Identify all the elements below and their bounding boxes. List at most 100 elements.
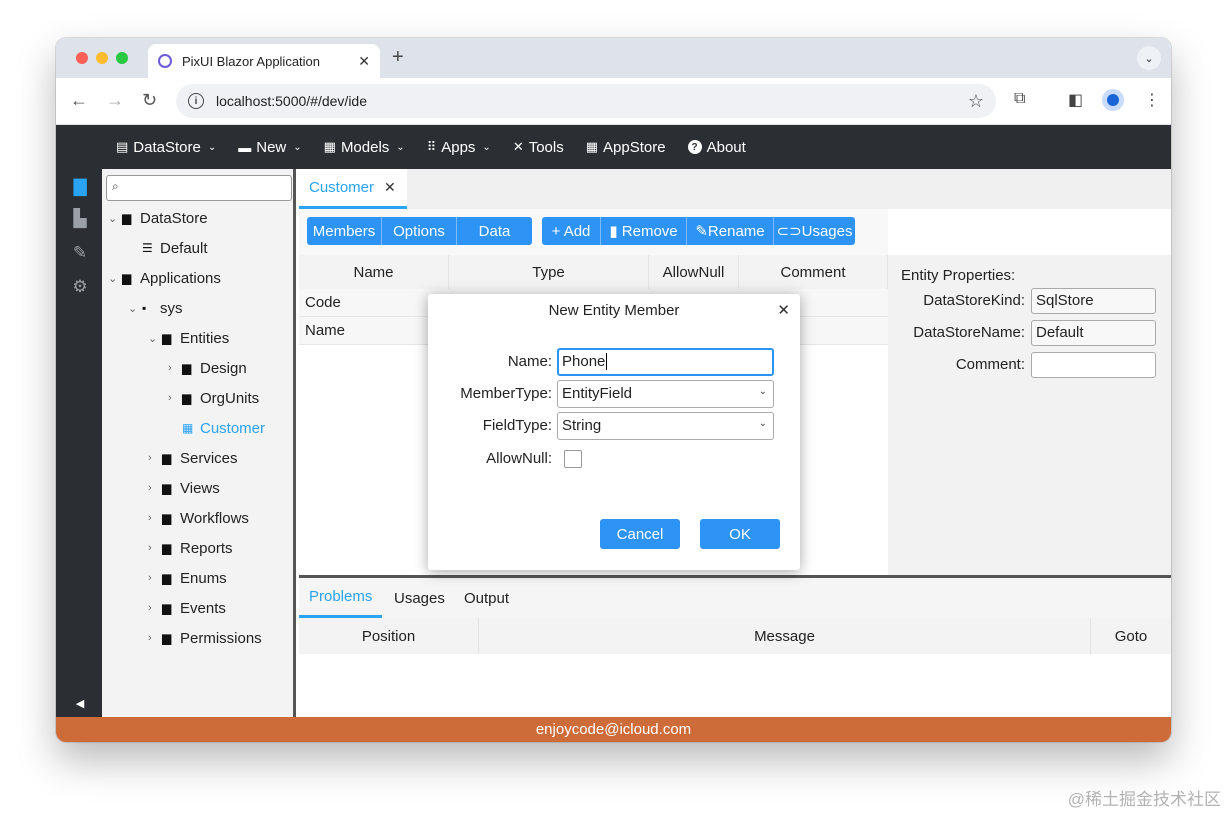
forward-icon[interactable]: →: [106, 90, 124, 111]
browser-menu-icon[interactable]: ⋮: [1144, 90, 1160, 110]
chevron-right-icon[interactable]: ›: [148, 572, 162, 584]
nav-models[interactable]: ▦ Models ⌄: [324, 139, 405, 156]
chevron-down-icon[interactable]: ⌄: [148, 332, 162, 345]
wrench-icon[interactable]: ✎: [69, 243, 91, 263]
column-header-goto[interactable]: Goto: [1091, 618, 1171, 654]
nav-apps[interactable]: ⠿ Apps ⌄: [427, 139, 491, 156]
tree-item-orgunits[interactable]: › ▆ OrgUnits: [168, 387, 259, 409]
tree-item-enums[interactable]: › ▆ Enums: [148, 567, 227, 589]
chevron-right-icon[interactable]: ›: [148, 542, 162, 554]
tree-item-label: OrgUnits: [200, 389, 260, 407]
tree-item-views[interactable]: › ▆ Views: [148, 477, 220, 499]
nav-datastore[interactable]: ▤ DataStore ⌄: [116, 139, 216, 156]
url-text[interactable]: localhost:5000/#/dev/ide: [216, 93, 968, 109]
chevron-down-icon: ⌄: [758, 418, 767, 429]
chevron-right-icon[interactable]: ›: [148, 602, 162, 614]
tree-search-input[interactable]: ⌕: [106, 175, 292, 201]
property-datastorekind: DataStoreKind: SqlStore: [888, 288, 1171, 314]
profile-avatar[interactable]: [1102, 89, 1124, 111]
maximize-window-button[interactable]: [116, 52, 128, 64]
data-button[interactable]: Data: [457, 217, 532, 245]
tree-item-applications[interactable]: ⌄ ▆ Applications: [108, 267, 221, 289]
reload-icon[interactable]: ↻: [142, 90, 157, 111]
minimize-window-button[interactable]: [96, 52, 108, 64]
tree-item-reports[interactable]: › ▆ Reports: [148, 537, 233, 559]
back-icon[interactable]: ←: [70, 90, 88, 111]
name-input[interactable]: Phone: [557, 348, 774, 376]
close-tab-icon[interactable]: ✕: [358, 53, 370, 70]
tree-item-workflows[interactable]: › ▆ Workflows: [148, 507, 249, 529]
chevron-right-icon[interactable]: ›: [148, 482, 162, 494]
side-panel-icon[interactable]: ◧: [1068, 90, 1083, 110]
site-info-icon[interactable]: i: [188, 93, 204, 109]
model-tree-panel: ⌕ ⌄ ▆ DataStore ☰ Default ⌄ ▆ Applicatio…: [102, 169, 296, 717]
database-list-icon: ☰: [142, 241, 153, 255]
nav-about[interactable]: ? About: [687, 139, 746, 156]
nav-new[interactable]: ▬ New ⌄: [238, 139, 301, 156]
tree-item-entities[interactable]: ⌄ ▆ Entities: [148, 327, 229, 349]
nav-datastore-label: DataStore: [133, 138, 201, 156]
chevron-right-icon[interactable]: ›: [148, 512, 162, 524]
app-favicon-icon: [158, 54, 172, 68]
chevron-right-icon[interactable]: ›: [168, 392, 182, 404]
tab-search-icon[interactable]: ⌄: [1137, 46, 1161, 70]
members-button[interactable]: Members: [307, 217, 382, 245]
options-button[interactable]: Options: [382, 217, 457, 245]
cancel-button[interactable]: Cancel: [600, 519, 680, 549]
datastorename-field[interactable]: Default: [1031, 320, 1156, 346]
rename-button[interactable]: ✎Rename: [687, 217, 774, 245]
tree-item-design[interactable]: › ▆ Design: [168, 357, 247, 379]
allownull-checkbox[interactable]: [564, 450, 582, 468]
question-circle-icon: ?: [687, 140, 702, 154]
address-bar[interactable]: i localhost:5000/#/dev/ide ☆: [176, 84, 996, 118]
ok-button[interactable]: OK: [700, 519, 780, 549]
membertype-select[interactable]: EntityField ⌄: [557, 380, 774, 408]
tree-item-customer[interactable]: ▦ Customer: [168, 417, 265, 439]
collapse-left-icon[interactable]: ◀: [69, 693, 91, 713]
nav-appstore[interactable]: ▦ AppStore: [586, 139, 666, 156]
tab-customer[interactable]: Customer ✕: [299, 169, 407, 209]
column-header-type[interactable]: Type: [449, 255, 649, 289]
tree-item-permissions[interactable]: › ▆ Permissions: [148, 627, 262, 649]
tree-item-datastore[interactable]: ⌄ ▆ DataStore: [108, 207, 208, 229]
extensions-icon[interactable]: ⧉: [1014, 90, 1025, 108]
usages-button[interactable]: ⊂⊃Usages: [774, 217, 855, 245]
tree-item-sys[interactable]: ⌄ ▪ sys: [128, 297, 183, 319]
explorer-folder-icon[interactable]: ▇: [69, 177, 91, 197]
tools-icon: ✕: [512, 139, 524, 154]
tree-item-default[interactable]: ☰ Default: [128, 237, 208, 259]
bookmark-star-icon[interactable]: ☆: [968, 91, 984, 112]
column-header-allownull[interactable]: AllowNull: [649, 255, 739, 289]
browser-tab[interactable]: PixUI Blazor Application ✕: [148, 44, 380, 78]
column-header-name[interactable]: Name: [299, 255, 449, 289]
chevron-right-icon[interactable]: ›: [168, 362, 182, 374]
nav-tools[interactable]: ✕ Tools: [513, 139, 564, 156]
fieldtype-select[interactable]: String ⌄: [557, 412, 774, 440]
datastorekind-field[interactable]: SqlStore: [1031, 288, 1156, 314]
column-header-message[interactable]: Message: [479, 618, 1091, 654]
chevron-right-icon[interactable]: ›: [148, 632, 162, 644]
chevron-down-icon[interactable]: ⌄: [128, 302, 142, 315]
close-window-button[interactable]: [76, 52, 88, 64]
chevron-right-icon[interactable]: ›: [148, 452, 162, 464]
chevron-down-icon[interactable]: ⌄: [108, 272, 122, 285]
model-tree-icon[interactable]: ▙: [69, 209, 91, 229]
column-header-comment[interactable]: Comment: [739, 255, 888, 289]
remove-button[interactable]: ▮ Remove: [601, 217, 687, 245]
tab-problems[interactable]: Problems: [299, 578, 383, 618]
add-button[interactable]: + Add: [542, 217, 601, 245]
tab-output[interactable]: Output: [464, 578, 509, 618]
close-icon[interactable]: ✕: [384, 179, 396, 196]
column-header-position[interactable]: Position: [299, 618, 479, 654]
nav-models-label: Models: [340, 138, 390, 156]
properties-title: Entity Properties:: [901, 267, 1016, 284]
tree-item-services[interactable]: › ▆ Services: [148, 447, 238, 469]
new-tab-icon[interactable]: +: [392, 46, 404, 69]
tab-usages[interactable]: Usages: [394, 578, 445, 618]
close-icon[interactable]: ✕: [777, 301, 790, 319]
chevron-down-icon[interactable]: ⌄: [108, 212, 122, 225]
property-label: DataStoreKind:: [923, 292, 1025, 309]
tree-item-events[interactable]: › ▆ Events: [148, 597, 226, 619]
comment-field[interactable]: [1031, 352, 1156, 378]
settings-gear-icon[interactable]: ⚙: [69, 277, 91, 297]
